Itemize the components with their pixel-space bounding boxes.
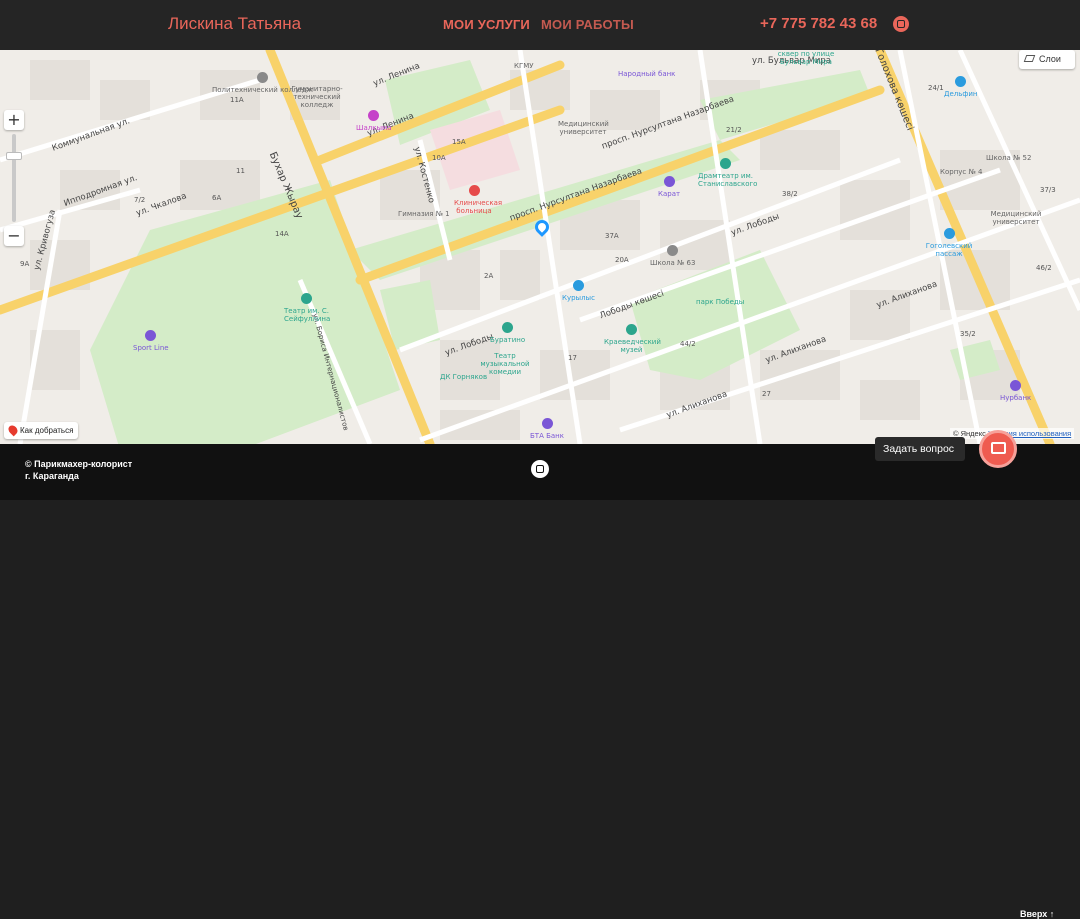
zoom-slider[interactable] [6, 134, 22, 222]
phone-number[interactable]: +7 775 782 43 68 [760, 15, 877, 32]
brand-name[interactable]: Лискина Татьяна [168, 14, 301, 34]
house-number: 14A [275, 230, 289, 238]
museum-icon [626, 324, 637, 335]
house-number: 17 [568, 354, 577, 362]
site-header: Лискина Татьяна МОИ УСЛУГИ МОИ РАБОТЫ +7… [0, 0, 1080, 50]
jewelry-icon [663, 176, 675, 187]
poi[interactable]: Медицинский университет [986, 210, 1046, 226]
poi[interactable]: Sport Line [133, 330, 169, 352]
house-number: 44/2 [680, 340, 696, 348]
poi[interactable]: Драмтеатр им. Станиславского [698, 158, 757, 188]
poi[interactable]: БТА Банк [530, 418, 564, 440]
poi[interactable]: Медицинский университет [558, 120, 609, 136]
house-number: 20A [615, 256, 629, 264]
poi[interactable]: Театр музыкальной комедии [480, 352, 530, 376]
house-number: 35/2 [960, 330, 976, 338]
shop-icon [943, 228, 955, 239]
poi[interactable]: Гуманитарно-технический колледж [282, 85, 352, 109]
house-number: 15A [452, 138, 466, 146]
theater-icon [301, 293, 312, 304]
poi[interactable]: Шалкыма [356, 110, 392, 132]
house-number: 37A [605, 232, 619, 240]
nav-works[interactable]: МОИ РАБОТЫ [541, 17, 634, 32]
poi[interactable]: Дельфин [944, 76, 978, 98]
house-number: 10A [432, 154, 446, 162]
shop-icon [368, 110, 380, 121]
pool-icon [955, 76, 967, 87]
house-number: 11A [230, 96, 244, 104]
poi[interactable]: Нурбанк [1000, 380, 1031, 402]
footer-copyright: © Парикмахер-колорист г. Караганда [25, 458, 132, 482]
map-canvas [0, 50, 1080, 444]
nav-services[interactable]: МОИ УСЛУГИ [443, 17, 530, 32]
scroll-up-link[interactable]: Вверх ↑ [1020, 909, 1054, 919]
poi[interactable]: КГМУ [514, 62, 534, 70]
poi[interactable]: Театр им. С. Сейфуллина [284, 293, 330, 323]
cafe-icon [502, 322, 514, 333]
house-number: 46/2 [1036, 264, 1052, 272]
poi[interactable]: Буратино [490, 322, 525, 344]
zoom-out-button[interactable]: − [4, 226, 24, 246]
shop-icon [572, 280, 584, 291]
poi[interactable]: Карат [658, 176, 680, 198]
pin-icon [6, 423, 20, 437]
school-icon [256, 72, 268, 83]
school-icon [667, 245, 679, 256]
hospital-icon [468, 185, 480, 196]
map[interactable]: ул. Ленина ул. Ленина просп. Нурсултана … [0, 50, 1080, 444]
house-number: 9A [20, 260, 30, 268]
instagram-icon[interactable] [893, 16, 909, 32]
instagram-icon[interactable] [531, 460, 549, 478]
house-number: 2A [484, 272, 494, 280]
poi[interactable]: парк Победы [696, 298, 744, 306]
poi[interactable]: Гимназия № 1 [398, 210, 450, 218]
layers-button[interactable]: Слои [1019, 50, 1075, 69]
footer-copy-line2: г. Караганда [25, 471, 79, 481]
layers-icon [1023, 55, 1036, 62]
house-number: 7/2 [134, 196, 146, 204]
sport-icon [145, 330, 157, 341]
house-number: 37/3 [1040, 186, 1056, 194]
house-number: 6A [212, 194, 222, 202]
chat-button[interactable] [979, 430, 1017, 468]
house-number: 27 [762, 390, 771, 398]
house-number: 24/1 [928, 84, 944, 92]
poi[interactable]: Школа № 63 [650, 245, 695, 267]
poi[interactable]: Гоголевский пассаж [924, 228, 974, 258]
zoom-in-button[interactable]: + [4, 110, 24, 130]
house-number: 38/2 [782, 190, 798, 198]
route-label: Как добраться [20, 426, 74, 435]
bank-icon [1010, 380, 1022, 391]
zoom-control: + − [4, 110, 24, 246]
ask-question-tooltip: Задать вопрос [875, 437, 965, 461]
poi[interactable]: Корпус № 4 [940, 168, 982, 176]
poi[interactable]: Курылыс [562, 280, 595, 302]
poi[interactable]: Клиническая больница [454, 185, 502, 215]
theater-icon [720, 158, 731, 169]
poi[interactable]: сквер по улице Бульвар Мира [776, 50, 836, 66]
chat-icon [991, 442, 1006, 454]
layers-label: Слои [1039, 54, 1061, 64]
poi[interactable]: Краеведческий музей [604, 324, 661, 354]
house-number: 11 [236, 167, 245, 175]
footer-copy-line1: © Парикмахер-колорист [25, 459, 133, 469]
poi[interactable]: Школа № 52 [986, 154, 1031, 162]
route-button[interactable]: Как добраться [4, 422, 79, 439]
poi[interactable]: Народный банк [618, 70, 675, 78]
zoom-slider-handle[interactable] [6, 152, 22, 160]
bank-icon [541, 418, 553, 429]
house-number: 21/2 [726, 126, 742, 134]
poi[interactable]: ДК Горняков [440, 373, 487, 381]
